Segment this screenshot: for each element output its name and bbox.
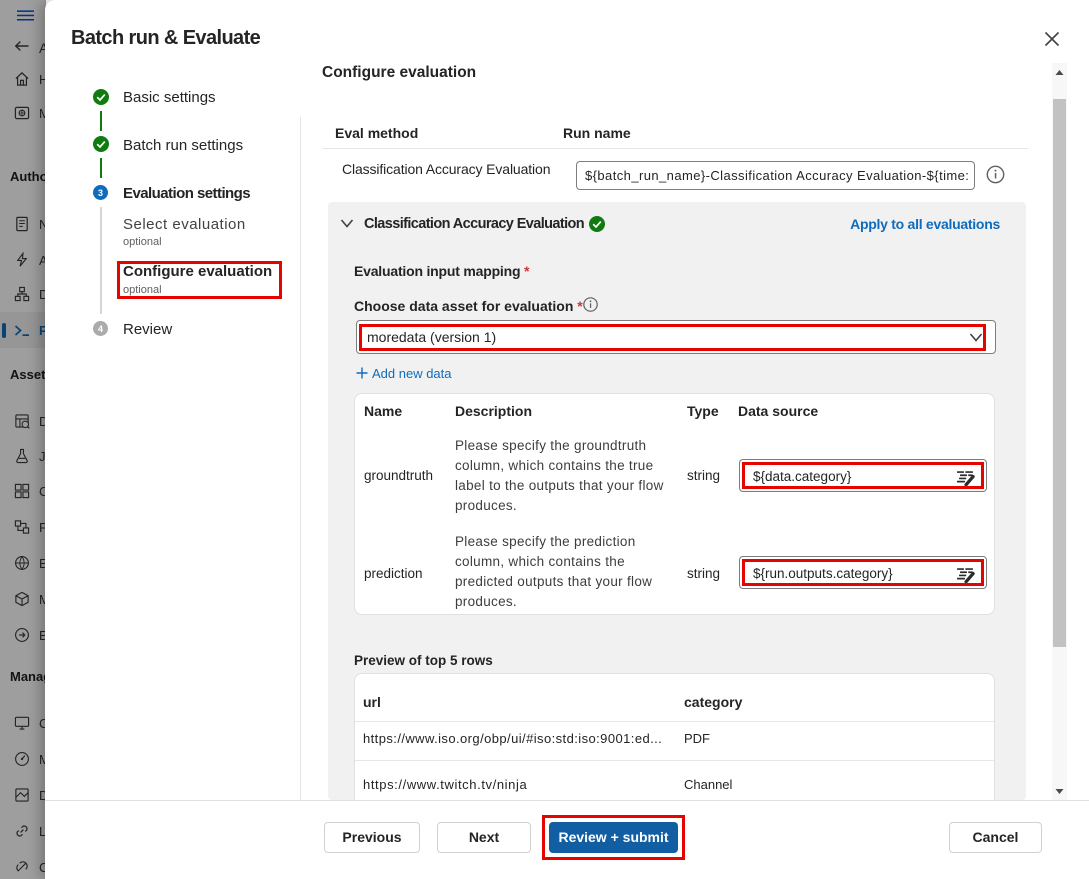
svg-text:4: 4 [98,324,103,334]
svg-text:3: 3 [98,188,103,198]
